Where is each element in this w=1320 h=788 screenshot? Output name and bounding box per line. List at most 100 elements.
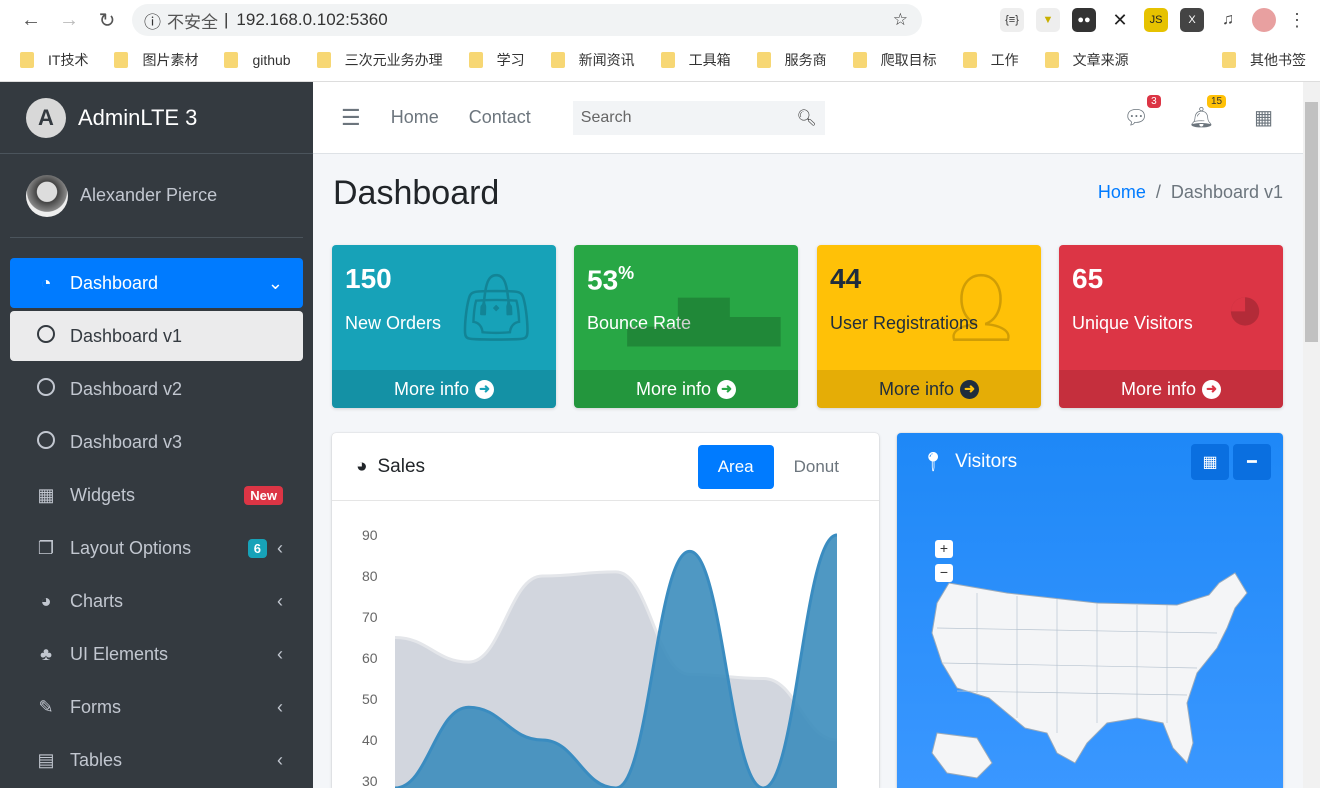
circle-icon [34,377,58,401]
bookmark-label: 服务商 [784,52,827,68]
search-input[interactable]: Search 🔍︎ [572,100,825,135]
arrow-circle-right-icon: ➜ [475,379,495,399]
bookmark[interactable]: 服务商 [756,50,827,70]
tachometer-icon: ◔ [40,272,52,293]
sidebar-item-dashboard[interactable]: ◔ Dashboard ⌄ [10,258,303,308]
bookmark[interactable]: 文章来源 [1044,50,1129,70]
pie-chart-icon: ◕ [40,590,52,611]
profile-avatar[interactable] [1252,8,1276,32]
extension-x-icon[interactable]: ✕ [1108,8,1132,32]
bookmark[interactable]: 学习 [468,50,525,70]
breadcrumb: Home / Dashboard v1 [1097,182,1283,202]
info-icon[interactable]: ⓘ [144,8,161,33]
brand-link[interactable]: A AdminLTE 3 [0,82,313,154]
extension-mask-icon[interactable]: ●● [1072,8,1096,32]
more-info-link[interactable]: More info ➜ [574,370,798,408]
extension-json-icon[interactable]: {≡} [1000,8,1024,32]
y-tick-label: 60 [362,650,378,666]
hamburger-icon[interactable]: ☰ [341,105,361,131]
y-tick-label: 30 [362,773,378,788]
sidebar-item-label: Forms [70,696,121,717]
folder-icon [852,52,867,68]
extension-js-icon[interactable]: JS [1144,8,1168,32]
avatar [26,174,68,217]
bookmark[interactable]: 三次元业务办理 [316,50,443,70]
user-panel[interactable]: Alexander Pierce [10,154,303,238]
breadcrumb-home[interactable]: Home [1098,182,1146,202]
scrollbar[interactable] [1303,82,1320,788]
bookmark-label: github [252,52,291,68]
security-label: 不安全 [167,12,218,32]
more-info-link[interactable]: More info ➜ [817,370,1041,408]
tab-donut[interactable]: Donut [774,445,859,489]
bookmark-label: 三次元业务办理 [344,52,443,68]
sidebar-item-label: UI Elements [70,643,169,664]
bookmark-label: 工作 [990,52,1019,68]
notifications-badge: 15 [1206,95,1227,108]
box-label: Unique Visitors [1072,313,1193,333]
sidebar-item-label: Layout Options [70,537,192,558]
sidebar-item-forms[interactable]: ✎ Forms ‹ [10,682,303,732]
bookmark[interactable]: IT技术 [20,50,88,70]
sidebar-item-charts[interactable]: ◕ Charts ‹ [10,576,303,626]
more-info-link[interactable]: More info ➜ [332,370,556,408]
bar-chart-icon: ▂▅▃ [627,270,780,344]
folder-icon [962,52,977,68]
other-bookmarks[interactable]: 其他书签 [1222,50,1306,70]
box-value-number: 53 [587,264,619,296]
chevron-left-icon: ‹ [277,749,283,770]
nav-link-contact[interactable]: Contact [469,107,531,128]
sidebar-item-widgets[interactable]: ▦ Widgets New [10,470,303,520]
chevron-down-icon: ⌄ [267,272,283,293]
bookmark[interactable]: 爬取目标 [852,50,937,70]
star-icon[interactable]: ☆ [893,10,908,30]
bookmark[interactable]: github [224,52,291,68]
card-title: Sales [377,455,426,477]
bookmark[interactable]: 工作 [962,50,1019,70]
more-info-link[interactable]: More info ➜ [1059,370,1283,408]
sidebar-item-dashboard-v2[interactable]: Dashboard v2 [10,364,303,414]
sidebar-item-tables[interactable]: ▤ Tables ‹ [10,735,303,785]
sales-card: ◕ Sales Area Donut 30 40 50 60 70 80 90 [332,433,879,788]
address-bar[interactable]: ⓘ 不安全 | 192.168.0.102:5360 ☆ [132,4,922,36]
folder-icon [20,52,34,68]
th-icon: ▦ [37,484,55,505]
grid-icon[interactable]: ▦ [1254,105,1273,130]
edit-icon: ✎ [38,696,54,717]
messages-icon[interactable]: 💬︎ 3 [1123,95,1161,130]
new-badge: New [244,485,283,505]
back-icon[interactable]: ← [12,9,50,32]
bookmark[interactable]: 工具箱 [660,50,731,70]
extension-xpath-icon[interactable]: X [1180,8,1204,32]
arrow-circle-right-icon: ➜ [717,379,737,399]
sidebar-item-layout-options[interactable]: ❐ Layout Options 6 ‹ [10,523,303,573]
sidebar-item-label: Dashboard v1 [70,325,183,346]
bookmark[interactable]: 新闻资讯 [550,50,635,70]
extension-arrow-icon[interactable]: ▼ [1036,8,1060,32]
sidebar-item-ui-elements[interactable]: ♣ UI Elements ‹ [10,629,303,679]
circle-icon [34,430,58,454]
pie-chart-icon: ◕ [356,455,368,477]
box-value: 65 [1072,263,1104,294]
bookmark-label: 图片素材 [142,52,199,68]
media-icon[interactable]: ♫ [1216,8,1240,32]
bookmark[interactable]: 图片素材 [114,50,198,70]
url-text[interactable]: 192.168.0.102:5360 [236,10,387,30]
menu-icon[interactable]: ⋮ [1288,10,1306,31]
sidebar-item-dashboard-v1[interactable]: Dashboard v1 [10,311,303,361]
visitors-card: 📍︎ Visitors ▦ ━ + − [897,433,1283,788]
user-name[interactable]: Alexander Pierce [80,185,217,206]
search-icon[interactable]: 🔍︎ [796,108,816,128]
forward-icon[interactable]: → [50,9,88,32]
small-box-registrations: 44 User Registrations 👤︎ More info ➜ [817,245,1041,408]
reload-icon[interactable]: ↻ [88,8,126,33]
bell-icon[interactable]: 🔔︎ 15 [1189,95,1227,130]
sidebar-item-dashboard-v3[interactable]: Dashboard v3 [10,417,303,467]
bookmark-label: 文章来源 [1072,52,1129,68]
nav-link-home[interactable]: Home [391,107,439,128]
search-placeholder: Search [580,108,632,126]
usa-map[interactable] [897,433,1283,788]
more-info-label: More info [635,378,712,399]
y-tick-label: 50 [362,691,378,707]
tab-area[interactable]: Area [697,444,774,489]
